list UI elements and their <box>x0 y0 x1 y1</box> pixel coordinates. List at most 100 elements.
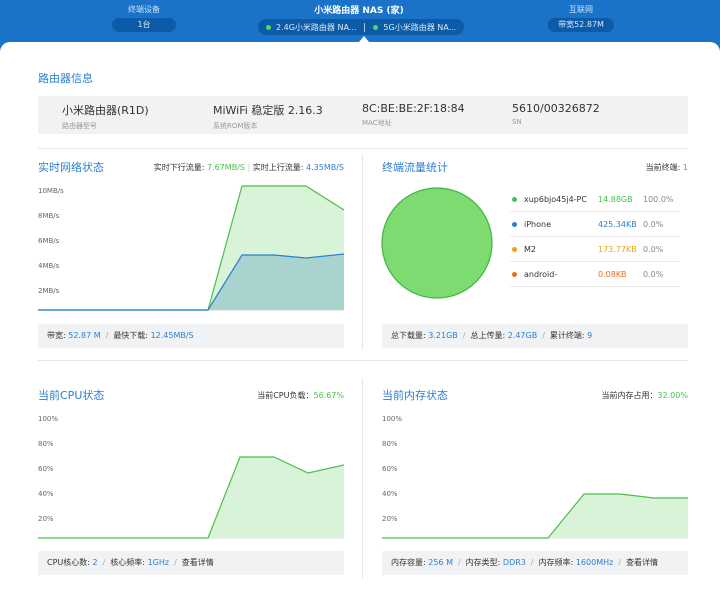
internet-title: 互联网 <box>569 5 593 14</box>
legend-device-percent: 0.0% <box>643 220 664 229</box>
bandwidth-pill: 带宽52.87M <box>548 18 614 32</box>
memory-usage-area <box>382 494 688 538</box>
router-model-value: 小米路由器(R1D) <box>62 104 149 117</box>
network-footer: 带宽: 52.87 M / 最快下载: 12.45MB/S <box>38 324 344 348</box>
legend-dot-icon <box>512 222 517 227</box>
total-download-label: 总下载量: <box>391 331 429 340</box>
footer-sep: / <box>174 558 177 567</box>
legend-row[interactable]: xup6bjo45j4-PC 14.88GB 100.0% <box>510 187 680 212</box>
bandwidth-value: 52.87 M <box>68 331 101 340</box>
router-model-field: 小米路由器(R1D) 路由器型号 <box>62 102 149 131</box>
devices-tab[interactable]: 终端设备 1台 <box>112 0 176 32</box>
footer-sep: / <box>102 558 106 567</box>
column-divider-top <box>362 154 363 350</box>
memory-usage-value: 32.00% <box>657 391 688 400</box>
memory-chart: 100% 80% 60% 40% 20% <box>382 410 688 540</box>
router-title: 小米路由器 NAS (家) <box>314 6 404 16</box>
memory-capacity-value: 256 M <box>428 558 453 567</box>
memory-type-value: DDR3 <box>502 558 526 567</box>
devices-title: 终端设备 <box>128 5 160 14</box>
network-chart: 10MB/s 8MB/s 6MB/s 4MB/s 2MB/s <box>38 182 344 312</box>
serial-number-field: 5610/00326872 SN <box>512 102 600 126</box>
footer-sep: / <box>105 331 109 340</box>
section-divider <box>38 148 688 149</box>
down-rate-value: 7.67MB/S <box>206 163 245 172</box>
top-status-bar: 终端设备 1台 小米路由器 NAS (家) 2.4G小米路由器 NA... 5G… <box>0 0 720 42</box>
legend-device-size: 425.34KB <box>598 220 637 229</box>
cpu-load-area <box>38 457 344 538</box>
column-divider-bottom <box>362 378 363 578</box>
cpu-footer: CPU核心数: 2 / 核心频率: 1GHz / 查看详情 <box>38 551 344 575</box>
wifi-separator <box>364 22 366 32</box>
internet-tab[interactable]: 互联网 带宽52.87M <box>548 0 614 32</box>
legend-device-size: 0.08KB <box>598 270 627 279</box>
traffic-stats-title: 终端流量统计 <box>382 161 448 174</box>
wifi-5-status-dot <box>373 24 379 30</box>
cpu-freq-label: 核心频率: <box>110 558 148 567</box>
traffic-legend: xup6bjo45j4-PC 14.88GB 100.0% iPhone 425… <box>510 187 680 287</box>
serial-number-label: SN <box>512 118 522 126</box>
network-chart-svg <box>38 185 344 311</box>
max-download-label: 最快下载: <box>113 331 151 340</box>
current-terminals: 当前终端: 1 <box>560 162 688 173</box>
down-rate-label: 实时下行流量: <box>153 163 207 172</box>
legend-dot-icon <box>512 272 517 277</box>
cpu-freq-value: 1GHz <box>147 558 170 567</box>
cpu-cores-value: 2 <box>92 558 98 567</box>
legend-device-percent: 0.0% <box>643 245 664 254</box>
mac-address-field: 8C:BE:BE:2F:18:84 MAC地址 <box>362 102 465 128</box>
section-divider <box>38 360 688 361</box>
legend-device-name: iPhone <box>524 220 552 229</box>
memory-freq-label: 内存频率: <box>538 558 576 567</box>
legend-device-size: 173.77KB <box>598 245 637 254</box>
legend-row[interactable]: iPhone 425.34KB 0.0% <box>510 212 680 237</box>
memory-usage: 当前内存占用：32.00% <box>540 390 688 401</box>
wifi-status-pill: 2.4G小米路由器 NA... 5G小米路由器 NA... <box>258 19 465 35</box>
legend-dot-icon <box>512 197 517 202</box>
legend-device-name: android- <box>524 270 558 279</box>
rom-version-label: 系统ROM版本 <box>213 122 258 130</box>
footer-sep: / <box>462 331 466 340</box>
current-terminals-value: 1 <box>682 163 688 172</box>
bandwidth-label: 带宽: <box>47 331 69 340</box>
memory-detail-link[interactable]: 查看详情 <box>626 558 658 567</box>
mac-address-label: MAC地址 <box>362 119 392 127</box>
rom-version-field: MiWiFi 稳定版 2.16.3 系统ROM版本 <box>213 102 323 131</box>
router-info-title: 路由器信息 <box>38 72 93 85</box>
upload-area <box>38 254 344 310</box>
legend-device-name: xup6bjo45j4-PC <box>524 195 587 204</box>
cpu-cores-label: CPU核心数: <box>47 558 93 567</box>
footer-sep: / <box>618 558 622 567</box>
router-tab[interactable]: 小米路由器 NAS (家) 2.4G小米路由器 NA... 5G小米路由器 NA… <box>258 0 465 35</box>
max-download-value: 12.45MB/S <box>150 331 194 340</box>
router-info-bar: 小米路由器(R1D) 路由器型号 MiWiFi 稳定版 2.16.3 系统ROM… <box>38 96 688 134</box>
memory-capacity-label: 内存容量: <box>391 558 429 567</box>
footer-sep: / <box>530 558 534 567</box>
memory-freq-value: 1600MHz <box>575 558 614 567</box>
total-terminals-label: 累计终端: <box>549 331 588 340</box>
devices-count-pill: 1台 <box>112 18 176 32</box>
cpu-load-value: 56.67% <box>313 391 344 400</box>
total-download-value: 3.21GB <box>428 331 458 340</box>
memory-type-label: 内存类型: <box>465 558 503 567</box>
main-panel: 路由器信息 小米路由器(R1D) 路由器型号 MiWiFi 稳定版 2.16.3… <box>0 42 720 603</box>
legend-row[interactable]: M2 173.77KB 0.0% <box>510 237 680 262</box>
traffic-footer: 总下载量: 3.21GB / 总上传量: 2.47GB / 累计终端: 9 <box>382 324 688 348</box>
cpu-status-title: 当前CPU状态 <box>38 389 105 402</box>
total-upload-value: 2.47GB <box>507 331 538 340</box>
wifi-24-status-dot <box>266 24 271 30</box>
cpu-detail-link[interactable]: 查看详情 <box>182 558 214 567</box>
footer-sep: / <box>457 558 461 567</box>
legend-device-name: M2 <box>524 245 536 254</box>
legend-dot-icon <box>512 247 517 252</box>
legend-row[interactable]: android- 0.08KB 0.0% <box>510 262 680 287</box>
network-status-title: 实时网络状态 <box>38 161 104 174</box>
pie-slice-xup6bjo45j4-pc <box>381 187 493 299</box>
traffic-pie-chart <box>381 187 493 299</box>
footer-sep: / <box>542 331 545 340</box>
network-rates: 实时下行流量: 7.67MB/S | 实时上行流量: 4.35MB/S <box>134 162 344 173</box>
up-rate-label: 实时上行流量: <box>252 163 307 172</box>
cpu-load: 当前CPU负载：56.67% <box>200 390 344 401</box>
memory-status-title: 当前内存状态 <box>382 389 448 402</box>
up-rate-value: 4.35MB/S <box>306 163 344 172</box>
